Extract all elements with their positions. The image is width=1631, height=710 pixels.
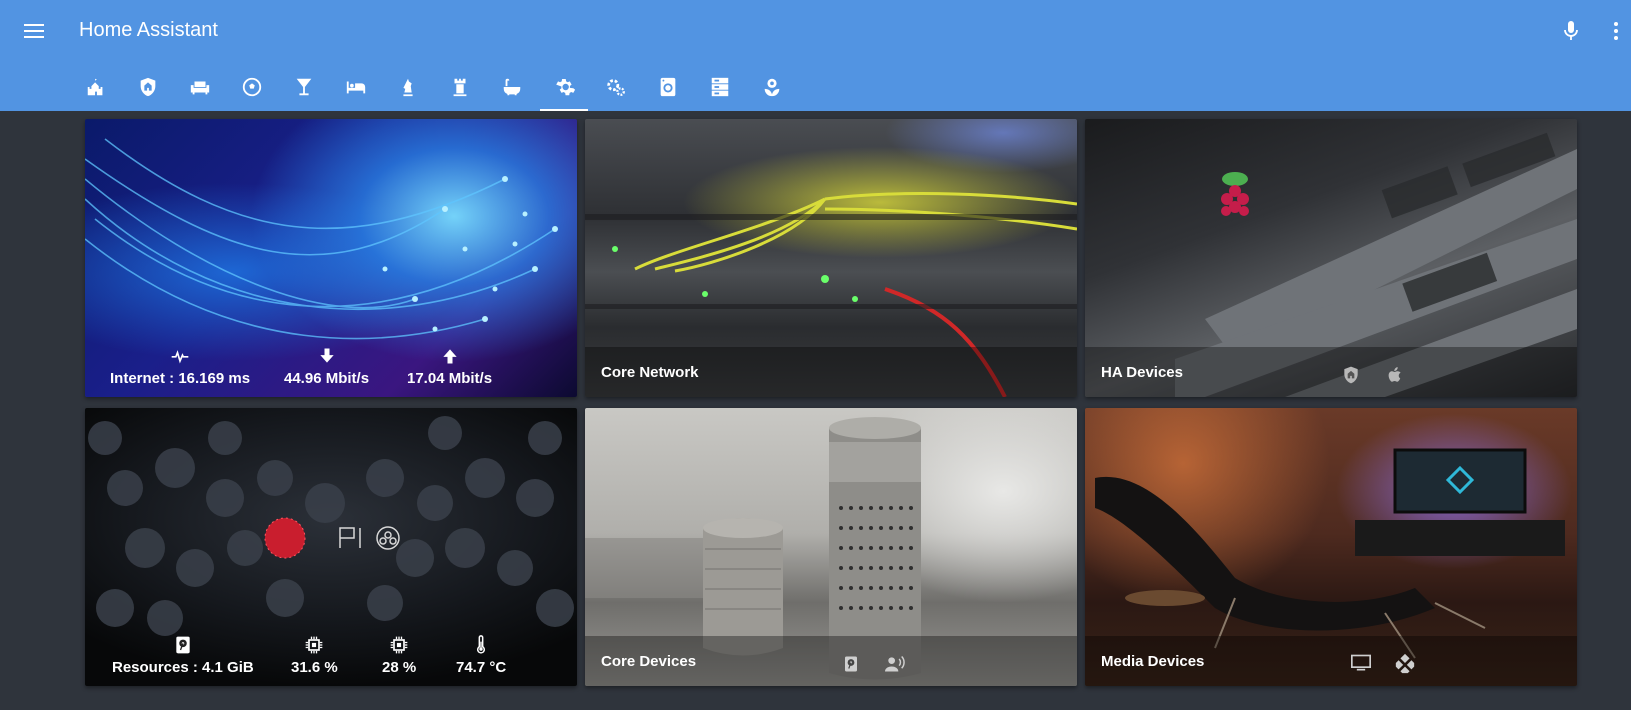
menu-icon[interactable] [18, 18, 50, 44]
download-value: 44.96 Mbit/s [284, 370, 370, 387]
martini-glass-icon [296, 78, 312, 95]
cpu-stat[interactable]: 31.6 % [291, 635, 338, 676]
bathtub-icon [503, 78, 521, 95]
raspberry-pi-logo [339, 526, 400, 550]
upload-stat[interactable]: 17.04 Mbit/s [407, 346, 492, 387]
card-footer: HA Devices [1085, 347, 1577, 397]
harddisk-icon[interactable] [829, 654, 873, 674]
gear-icon [556, 78, 575, 95]
memory-stat[interactable]: 28 % [382, 635, 416, 676]
tab-flower[interactable] [746, 62, 798, 111]
card-core-network[interactable]: Core Network [585, 119, 1077, 397]
card-icons [1339, 652, 1427, 674]
shield-home-icon [140, 77, 156, 96]
home-assistant-icon[interactable] [1329, 365, 1373, 385]
temperature-stat[interactable]: 74.7 °C [456, 635, 506, 676]
tab-rook[interactable] [434, 62, 486, 111]
card-media-devices[interactable]: Media Devices [1085, 408, 1577, 686]
microphone-icon[interactable] [1557, 17, 1585, 45]
upload-value: 17.04 Mbit/s [407, 370, 493, 387]
pulse-icon [171, 350, 189, 364]
tab-shield-home[interactable] [122, 62, 174, 111]
download-arrow-icon [319, 348, 334, 363]
app-header: Home Assistant [0, 0, 1631, 111]
card-resources[interactable]: Resources : 4.1 GiB 31.6 % 28 % 74.7 °C [85, 408, 577, 686]
temperature-value: 74.7 °C [456, 659, 507, 676]
settings-gears-icon [607, 78, 625, 96]
tab-gears[interactable] [590, 62, 642, 111]
tab-knight[interactable] [382, 62, 434, 111]
ping-value: Internet : 16.169 ms [110, 370, 251, 387]
server-icon [711, 77, 729, 96]
tab-settings[interactable] [538, 62, 590, 111]
cpu-value: 31.6 % [291, 659, 338, 676]
card-title: Media Devices [1101, 653, 1205, 670]
tab-washer[interactable] [642, 62, 694, 111]
raspberry-logo [1221, 172, 1249, 216]
flower-plant-icon [764, 78, 780, 96]
speaker-voice-icon[interactable] [873, 654, 917, 674]
harddisk-icon [176, 636, 190, 654]
apple-icon[interactable] [1373, 365, 1417, 385]
card-icons [829, 654, 917, 674]
card-title: HA Devices [1101, 364, 1183, 381]
card-footer: Core Network [585, 347, 1077, 397]
chess-rook-icon [453, 78, 467, 96]
tab-glass[interactable] [278, 62, 330, 111]
download-stat[interactable]: 44.96 Mbit/s [284, 346, 369, 387]
sofa-icon [190, 81, 210, 94]
disk-stat[interactable]: Resources : 4.1 GiB [112, 635, 254, 676]
card-ha-devices[interactable]: HA Devices [1085, 119, 1577, 397]
upload-arrow-icon [442, 349, 457, 364]
card-footer: Core Devices [585, 636, 1077, 686]
castle-home-icon [87, 78, 103, 95]
cpu-chip-icon [306, 636, 323, 654]
card-internet[interactable]: Internet : 16.169 ms 44.96 Mbit/s 17.04 … [85, 119, 577, 397]
dots-vertical-icon[interactable] [1606, 17, 1626, 45]
soccer-ball-icon [242, 77, 262, 96]
television-icon[interactable] [1339, 652, 1383, 674]
chess-knight-icon [403, 78, 413, 96]
washing-machine-icon [660, 77, 676, 96]
tab-server[interactable] [694, 62, 746, 111]
tab-bed[interactable] [330, 62, 382, 111]
app-title: Home Assistant [79, 19, 218, 41]
memory-value: 28 % [382, 659, 417, 676]
tab-bathtub[interactable] [486, 62, 538, 111]
tab-soccer[interactable] [226, 62, 278, 111]
card-icons [1329, 365, 1417, 385]
card-footer: Media Devices [1085, 636, 1577, 686]
memory-chip-icon [390, 636, 408, 654]
view-tabs [70, 62, 798, 111]
ping-stat[interactable]: Internet : 16.169 ms [110, 346, 250, 387]
bed-icon [346, 81, 366, 93]
card-title: Core Network [601, 364, 699, 381]
toolbar: Home Assistant [0, 0, 1631, 62]
thermometer-icon [477, 635, 486, 654]
card-title: Core Devices [601, 653, 697, 670]
tab-castle[interactable] [70, 62, 122, 111]
disk-value: Resources : 4.1 GiB [112, 659, 254, 676]
tab-sofa[interactable] [174, 62, 226, 111]
kodi-icon[interactable] [1383, 652, 1427, 674]
card-core-devices[interactable]: Core Devices [585, 408, 1077, 686]
